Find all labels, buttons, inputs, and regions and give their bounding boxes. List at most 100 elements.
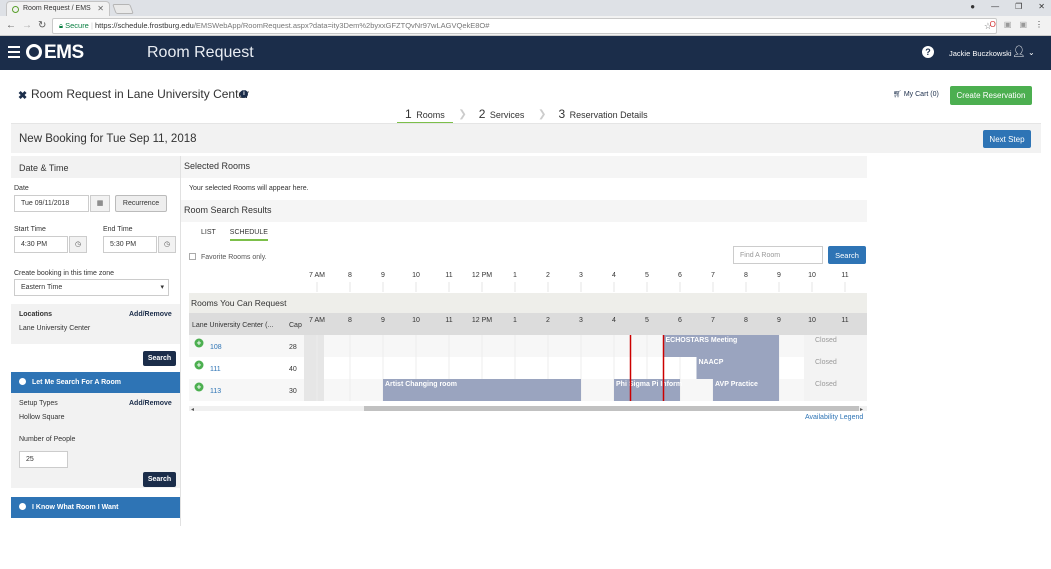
tab-schedule[interactable]: SCHEDULE xyxy=(229,229,268,241)
date-input[interactable]: Tue 09/11/2018 xyxy=(14,195,89,212)
help-icon[interactable]: ? xyxy=(922,46,934,58)
browser-tab[interactable]: Room Request / EMS ✕ xyxy=(6,1,110,16)
profile-icon[interactable]: ● xyxy=(970,2,975,11)
window-controls: ● — ❐ ✕ xyxy=(970,2,1045,11)
availability-legend-link[interactable]: Availability Legend xyxy=(805,414,863,421)
favorite-rooms-label: Favorite Rooms only. xyxy=(201,254,267,261)
room-name-link[interactable]: 111 xyxy=(210,366,221,373)
hour-label: 2 xyxy=(546,317,550,324)
hour-label: 4 xyxy=(612,317,616,324)
page-title: Room Request in Lane University Center xyxy=(31,87,250,101)
schedule-svg: 7 AM 8 9 10 11 12 PM 1 2 3 4 5 6 7 8 9 10 11 Rooms You Ca… xyxy=(189,272,867,413)
extension-icon[interactable]: ▣ xyxy=(1004,20,1012,29)
step-label: Reservation Details xyxy=(569,110,648,120)
room-name-link[interactable]: 113 xyxy=(210,388,221,395)
setup-add-remove-link[interactable]: Add/Remove xyxy=(129,400,172,407)
tab-list[interactable]: LIST xyxy=(201,229,216,241)
end-time-input[interactable]: 5:30 PM xyxy=(103,236,157,253)
let-me-search-bar[interactable]: Let Me Search For A Room xyxy=(11,372,180,393)
chevron-down-icon: ▾ xyxy=(160,284,164,291)
ems-logo[interactable]: EMS xyxy=(26,42,84,64)
find-room-input[interactable]: Find A Room xyxy=(733,246,823,264)
number-of-people-input[interactable]: 25 xyxy=(19,451,68,468)
let-me-search-label: Let Me Search For A Room xyxy=(32,379,121,386)
step-number: 2 xyxy=(478,107,486,121)
extension-icon-2[interactable]: ▣ xyxy=(1019,20,1027,29)
address-bar: ← → ↻ 🔒︎ Secure | https://schedule.frost… xyxy=(0,16,1051,36)
number-of-people-label: Number of People xyxy=(19,436,76,443)
ems-logo-icon xyxy=(26,44,42,60)
hour-label: 8 xyxy=(348,272,352,279)
close-tab-icon[interactable]: ✕ xyxy=(97,2,104,16)
selected-rooms-header: Selected Rooms xyxy=(181,156,867,178)
know-room-bar[interactable]: I Know What Room I Want xyxy=(11,497,180,518)
url-input[interactable]: 🔒︎ Secure | https://schedule.frostburg.e… xyxy=(52,18,997,34)
my-cart-link[interactable]: 🛒︎ My Cart (0) xyxy=(893,90,939,98)
scroll-left-icon[interactable]: ◂ xyxy=(191,407,194,413)
secure-label: Secure xyxy=(65,21,89,30)
clock-icon[interactable]: ◷ xyxy=(158,236,176,253)
reload-icon[interactable]: ↻ xyxy=(38,20,46,31)
hour-label: 7 xyxy=(711,317,715,324)
room-name-link[interactable]: 108 xyxy=(210,344,222,351)
opera-extension-icon[interactable]: O xyxy=(990,20,996,29)
recurrence-button[interactable]: Recurrence xyxy=(115,195,167,212)
page-header: ✖ Room Request in Lane University Center… xyxy=(0,70,1051,125)
chevron-down-icon[interactable]: ⌄ xyxy=(1028,48,1035,57)
new-tab-button[interactable] xyxy=(112,4,134,14)
browser-tab-title: Room Request / EMS xyxy=(23,5,91,12)
search-room-button[interactable]: Search xyxy=(828,246,866,264)
hour-label: 1 xyxy=(513,272,517,279)
minimize-icon[interactable]: — xyxy=(991,2,999,11)
locations-add-remove-link[interactable]: Add/Remove xyxy=(129,311,172,318)
hamburger-menu-icon[interactable] xyxy=(8,46,20,58)
url-path: /EMSWebApp/RoomRequest.aspx?data=ity3Dem… xyxy=(193,21,490,30)
browser-tabstrip: Room Request / EMS ✕ ● — ❐ ✕ xyxy=(0,0,1051,16)
hour-label: 8 xyxy=(744,317,748,324)
hour-label: 10 xyxy=(412,272,420,279)
hour-label: 7 AM xyxy=(309,317,325,324)
unavailable-cell xyxy=(304,379,324,401)
user-icon[interactable]: 👤︎ xyxy=(1012,45,1026,58)
rooms-header-band xyxy=(189,293,867,313)
unavailable-cell xyxy=(304,335,324,357)
hour-label: 12 PM xyxy=(472,272,492,279)
room-search-results-header: Room Search Results xyxy=(181,200,867,222)
restore-icon[interactable]: ❐ xyxy=(1015,2,1022,11)
favorite-rooms-checkbox[interactable]: Favorite Rooms only. xyxy=(189,253,267,261)
start-time-input[interactable]: 4:30 PM xyxy=(14,236,68,253)
result-tabs: LIST SCHEDULE xyxy=(201,229,268,241)
reservation-label: Artist Changing room xyxy=(385,381,457,388)
user-name[interactable]: Jackie Buczkowski xyxy=(949,49,1012,58)
browser-menu-icon[interactable]: ⋮ xyxy=(1035,20,1043,29)
next-step-button[interactable]: Next Step xyxy=(983,130,1031,148)
booking-title: New Booking for Tue Sep 11, 2018 xyxy=(19,133,197,145)
plus-icon: + xyxy=(197,361,202,370)
closed-label: Closed xyxy=(815,359,837,366)
setup-types-value: Hollow Square xyxy=(19,414,65,421)
search-button[interactable]: Search xyxy=(143,351,176,366)
start-time-label: Start Time xyxy=(14,226,46,233)
timezone-label: Create booking in this time zone xyxy=(14,270,114,277)
timezone-select[interactable]: Eastern Time ▾ xyxy=(14,279,169,296)
calendar-icon[interactable]: ▦ xyxy=(90,195,110,212)
hour-label: 8 xyxy=(348,317,352,324)
hour-label: 6 xyxy=(678,317,682,324)
close-icon[interactable]: ✖ xyxy=(18,89,27,102)
checkbox-icon xyxy=(189,253,196,260)
hour-label: 6 xyxy=(678,272,682,279)
info-icon[interactable]: i xyxy=(240,90,248,98)
forward-icon[interactable]: → xyxy=(22,20,32,31)
hour-label: 11 xyxy=(445,317,452,324)
ems-favicon-icon xyxy=(12,6,19,13)
reservation-label: Phi Sigma Pi Inform xyxy=(616,381,682,388)
search-button-2[interactable]: Search xyxy=(143,472,176,487)
create-reservation-button[interactable]: Create Reservation xyxy=(950,86,1032,105)
step-number: 1 xyxy=(405,107,412,121)
back-icon[interactable]: ← xyxy=(6,20,16,31)
close-window-icon[interactable]: ✕ xyxy=(1038,2,1045,11)
scrollbar-thumb[interactable] xyxy=(364,406,859,411)
hour-label: 5 xyxy=(645,272,649,279)
scroll-right-icon[interactable]: ▸ xyxy=(860,407,863,413)
clock-icon[interactable]: ◷ xyxy=(69,236,87,253)
